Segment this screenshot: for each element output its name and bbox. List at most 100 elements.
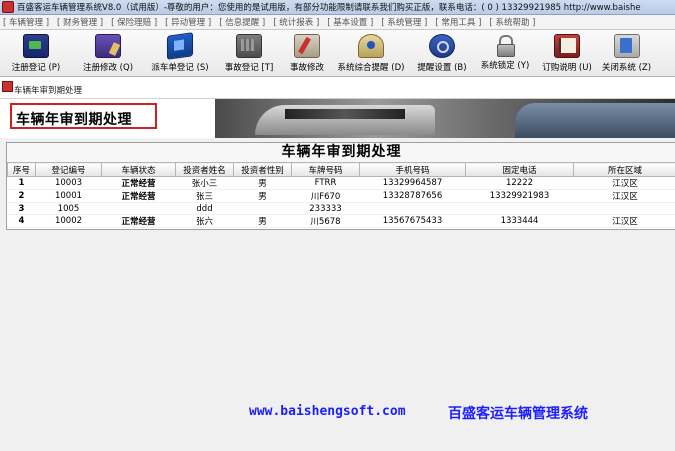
col-header-investor-gender[interactable]: 投资者性别 [233,162,292,177]
register-button[interactable]: 注册登记 (P) [0,30,72,76]
table-row[interactable]: 2 10001 正常经营 张三 男 川F670 13328787656 1332… [7,189,675,203]
cell-plate: FTRR [291,176,360,190]
cell-plate: 川F670 [291,189,360,203]
cell-status: 正常经营 [101,189,176,203]
table-header-row: 序号 登记编号 车辆状态 投资者姓名 投资者性别 车牌号码 手机号码 固定电话 … [7,162,675,177]
menu-insurance[interactable]: [ 保险理赔 ] [108,16,162,28]
col-header-region[interactable]: 所在区域 [573,162,675,177]
menu-help[interactable]: [ 系统帮助 ] [486,16,540,28]
cell-mobile: 13567675433 [359,214,466,228]
col-header-investor-name[interactable]: 投资者姓名 [175,162,234,177]
register-icon [23,34,49,58]
cell-region [573,202,675,215]
lock-icon [493,34,517,57]
title-bar: 百盛客运车辆管理系统V8.0（试用版）-尊敬的用户：您使用的是试用版，有部分功能… [0,0,675,15]
menu-vehicle[interactable]: [ 车辆管理 ] [0,16,54,28]
order-manual-button[interactable]: 订购说明 (U) [536,30,598,76]
order-manual-label: 订购说明 (U) [542,63,592,73]
col-header-plate[interactable]: 车牌号码 [291,162,360,177]
cell-seq: 3 [7,202,36,215]
dispatch-label: 派车单登记 (S) [151,63,209,73]
menu-reminder[interactable]: [ 信息提醒 ] [216,16,270,28]
cell-investor-name: 张小三 [175,176,234,190]
menu-finance[interactable]: [ 财务管理 ] [54,16,108,28]
cell-plate: 川5678 [291,214,360,228]
dispatch-icon [167,32,193,60]
cell-region: 江汉区 [573,189,675,203]
menu-system[interactable]: [ 系统管理 ] [378,16,432,28]
reminder-settings-label: 提醒设置 (B) [417,63,467,73]
reminder-settings-button[interactable]: 提醒设置 (B) [410,30,474,76]
cell-investor-name: ddd [175,202,234,215]
panel-icon [2,81,13,92]
banner-title-box: 车辆年审到期处理 [10,103,157,129]
lock-system-label: 系统锁定 (Y) [480,61,530,71]
gear-icon [429,34,455,58]
accident-register-icon [236,34,262,58]
accident-register-button[interactable]: 事故登记 [T] [216,30,282,76]
table-row[interactable]: 3 1005 ddd 233333 [7,202,675,215]
cell-phone: 13329921983 [465,189,574,203]
cell-reg-no: 1005 [35,202,102,215]
cell-region: 江汉区 [573,214,675,228]
col-header-phone[interactable]: 固定电话 [465,162,574,177]
cell-status: 正常经营 [101,176,176,190]
grid-title: 车辆年审到期处理 [7,143,675,162]
reminder-icon [358,34,384,58]
menu-tools[interactable]: [ 常用工具 ] [432,16,486,28]
cell-investor-gender: 男 [233,189,292,203]
table-row[interactable]: 4 10002 正常经营 张六 男 川5678 13567675433 1333… [7,214,675,228]
banner-title: 车辆年审到期处理 [16,112,132,128]
cell-phone: 12222 [465,176,574,190]
banner: 车辆年审到期处理 [0,99,675,138]
product-name: 百盛客运车辆管理系统 [448,406,588,422]
menu-reports[interactable]: [ 统计报表 ] [270,16,324,28]
cell-phone [465,202,574,215]
panel-caption: 车辆年审到期处理 [0,77,675,99]
menu-bar: [ 车辆管理 ] [ 财务管理 ] [ 保险理赔 ] [ 异动管理 ] [ 信息… [0,15,675,30]
bus-banner-image [215,99,675,138]
panel-caption-text: 车辆年审到期处理 [14,86,83,96]
accident-edit-button[interactable]: 事故修改 [282,30,332,76]
cell-phone: 1333444 [465,214,574,228]
edit-register-icon [95,34,121,58]
data-grid: 车辆年审到期处理 序号 登记编号 车辆状态 投资者姓名 投资者性别 车牌号码 手… [6,142,675,230]
accident-edit-label: 事故修改 [289,63,324,73]
cell-plate: 233333 [291,202,360,215]
col-header-seq[interactable]: 序号 [7,162,36,177]
cell-investor-gender [233,202,292,215]
cell-reg-no: 10002 [35,214,102,228]
table-row[interactable]: 1 10003 正常经营 张小三 男 FTRR 13329964587 1222… [7,176,675,190]
reminder-label: 系统综合提醒 (D) [337,63,405,73]
edit-register-button[interactable]: 注册修改 (Q) [72,30,144,76]
cell-seq: 4 [7,214,36,228]
bus-shape-right [515,103,675,138]
cell-mobile: 13329964587 [359,176,466,190]
dispatch-button[interactable]: 派车单登记 (S) [144,30,216,76]
col-header-reg-no[interactable]: 登记编号 [35,162,102,177]
col-header-status[interactable]: 车辆状态 [101,162,176,177]
edit-register-label: 注册修改 (Q) [82,63,134,73]
cell-investor-gender: 男 [233,214,292,228]
close-system-label: 关闭系统 (Z) [601,63,652,73]
reminder-button[interactable]: 系统综合提醒 (D) [332,30,410,76]
window-title: 百盛客运车辆管理系统V8.0（试用版）-尊敬的用户：您使用的是试用版，有部分功能… [17,3,641,13]
col-header-mobile[interactable]: 手机号码 [359,162,466,177]
book-icon [554,34,580,58]
register-label: 注册登记 (P) [11,63,61,73]
cell-mobile [359,202,466,215]
lock-system-button[interactable]: 系统锁定 (Y) [474,30,536,76]
cell-reg-no: 10001 [35,189,102,203]
accident-edit-icon [294,34,320,58]
cell-investor-name: 张六 [175,214,234,228]
app-icon [2,1,14,13]
cell-investor-gender: 男 [233,176,292,190]
toolbar: 注册登记 (P) 注册修改 (Q) 派车单登记 (S) 事故登记 [T] 事故修… [0,30,675,77]
close-system-icon [613,34,640,58]
menu-basic-settings[interactable]: [ 基本设置 ] [324,16,378,28]
cell-mobile: 13328787656 [359,189,466,203]
close-system-button[interactable]: 关闭系统 (Z) [598,30,655,76]
menu-change[interactable]: [ 异动管理 ] [162,16,216,28]
website-url: www.baishengsoft.com [249,404,406,419]
cell-status: 正常经营 [101,214,176,228]
